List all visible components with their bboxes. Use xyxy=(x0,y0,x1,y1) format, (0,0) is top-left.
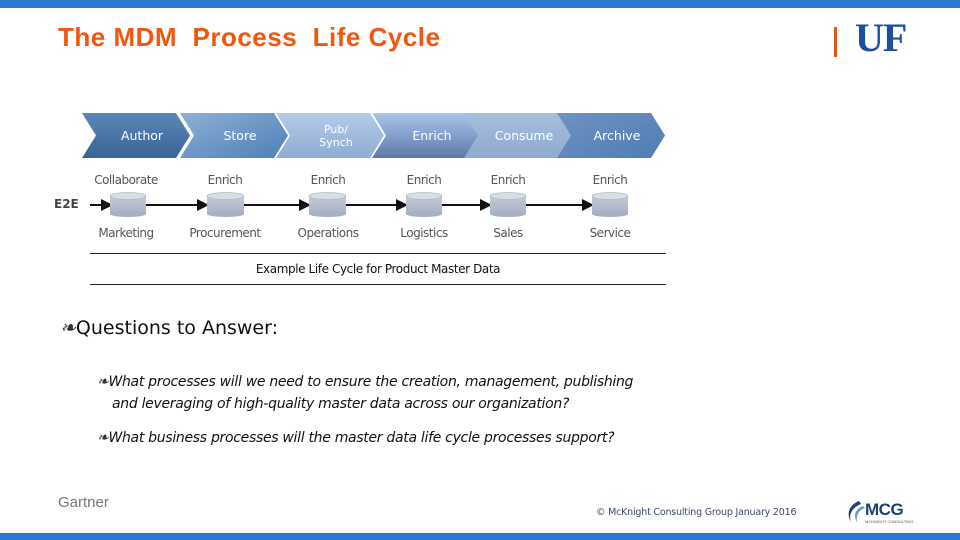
stage-department-label: Service xyxy=(589,226,631,240)
bullet-icon: ❧ xyxy=(97,374,109,390)
source-label: Gartner xyxy=(58,494,109,511)
database-icon xyxy=(206,192,245,217)
copyright-text: © McKnight Consulting Group January 2016 xyxy=(596,507,797,518)
caption-rule-bottom xyxy=(90,284,666,285)
mcg-logo: MCG MCKNIGHT CONSULTING xyxy=(845,500,914,528)
database-icon xyxy=(109,192,147,217)
diagram-caption: Example Life Cycle for Product Master Da… xyxy=(255,262,501,276)
chevron-consume: Consume xyxy=(464,113,572,158)
chevron-pub-synch: Pub/ Synch xyxy=(276,113,384,158)
bottom-accent-bar xyxy=(0,533,960,540)
stage-department-label: Operations xyxy=(297,226,359,240)
question-text: What business processes will the master … xyxy=(108,430,615,446)
logo-divider xyxy=(834,27,837,57)
stage-activity-label: Enrich xyxy=(490,173,526,187)
chevron-label: Archive xyxy=(593,127,641,143)
chevron-store: Store xyxy=(180,113,288,158)
stage-activity-label: Enrich xyxy=(592,173,628,187)
question-text-continued: and leveraging of high-quality master da… xyxy=(112,396,570,412)
chevron-author: Author xyxy=(82,113,190,158)
slide-title: The MDM Process Life Cycle xyxy=(58,22,441,52)
bullet-icon: ❧ xyxy=(60,317,76,339)
top-accent-bar xyxy=(0,0,960,8)
mcg-logo-subtext: MCKNIGHT CONSULTING xyxy=(865,519,914,524)
mcg-swoosh-icon xyxy=(848,501,865,522)
questions-heading: ❧Questions to Answer: xyxy=(60,317,278,339)
e2e-flow-line xyxy=(90,192,629,217)
stage-department-label: Sales xyxy=(493,226,523,240)
stage-activity-label: Enrich xyxy=(310,173,346,187)
e2e-label: E2E xyxy=(54,197,79,211)
stage-activity-label: Enrich xyxy=(207,173,243,187)
mcg-logo-text: MCG xyxy=(865,500,904,519)
question-item: ❧What processes will we need to ensure t… xyxy=(97,371,717,415)
stage-department-label: Marketing xyxy=(98,226,154,240)
questions-heading-text: Questions to Answer: xyxy=(75,317,279,339)
caption-rule-top xyxy=(90,253,666,254)
question-text: What processes will we need to ensure th… xyxy=(108,374,634,390)
chevron-label: Author xyxy=(120,127,164,143)
bullet-icon: ❧ xyxy=(97,430,109,446)
database-icon xyxy=(308,192,347,217)
database-icon xyxy=(489,192,527,217)
question-item: ❧What business processes will the master… xyxy=(97,430,615,446)
uf-logo: UF xyxy=(855,15,907,60)
database-icon xyxy=(591,192,629,217)
chevron-archive: Archive xyxy=(557,113,665,158)
database-icon xyxy=(405,192,443,217)
stage-activity-label: Collaborate xyxy=(94,173,158,187)
stage-department-label: Procurement xyxy=(189,226,261,240)
